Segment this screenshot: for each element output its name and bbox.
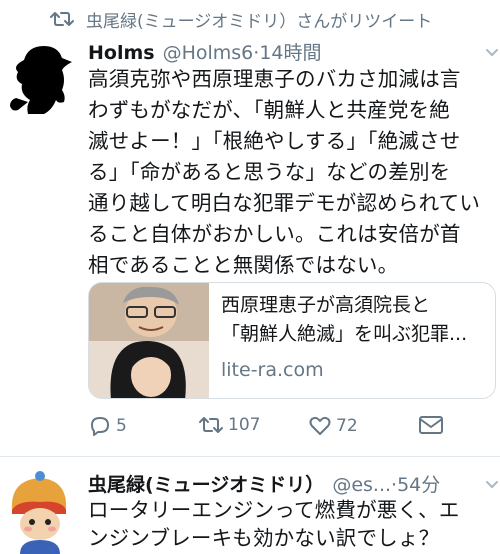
tweet-header: Holms @Holms6 · 14時間 [88,38,322,64]
retweet-button[interactable]: 107 [198,414,260,436]
tweet-text-line: 相であることと無関係ではない。 [88,253,399,277]
card-domain: lite-ra.com [221,359,324,381]
retweet-text[interactable]: 虫尾緑(ミュージオミドリ）さんがリツイート [86,7,432,32]
link-card[interactable]: 西原理恵子が高須院長と 「朝鮮人絶滅」を叫ぶ犯罪... lite-ra.com [88,282,496,399]
card-title: 西原理恵子が高須院長と [221,294,431,316]
tweet-text-line: 高須克弥や西原理恵子のバカさ加減は言 [88,67,461,91]
card-title: 「朝鮮人絶滅」を叫ぶ犯罪... [221,323,468,345]
tweet-text: ロータリーエンジンって燃費が悪く、エ ンジンブレーキも効かない訳でしょ？ [88,496,500,552]
tweet-time[interactable]: 54分 [397,470,440,497]
tweet-actions: 5 107 72 [88,414,488,444]
retweet-icon [198,414,224,436]
author-name[interactable]: 虫尾緑(ミュージオミドリ） [88,470,324,497]
retweet-indicator: 虫尾緑(ミュージオミドリ）さんがリツイート [50,6,432,32]
tweet-time[interactable]: 14時間 [259,38,321,65]
tweet-header: 虫尾緑(ミュージオミドリ） @es... · 54分 [88,470,440,496]
tweet-text-line: ロータリーエンジンって燃費が悪く、エ [88,498,460,522]
holmes-silhouette-icon [10,46,72,114]
chevron-down-icon[interactable] [484,476,500,492]
reply-button[interactable]: 5 [88,414,127,438]
author-handle[interactable]: @Holms6 [163,42,254,64]
envelope-icon [418,414,444,436]
tweet-text: 高須克弥や西原理恵子のバカさ加減は言 わずもがなだが、「朝鮮人と共産党を絶 滅せ… [88,64,500,281]
author-name[interactable]: Holms [88,42,155,64]
retweet-count: 107 [228,415,261,435]
card-thumbnail [89,283,209,398]
tweet-text-line: ること自体がおかしい。これは安倍が首 [88,222,461,246]
author-handle[interactable]: @es... [332,474,391,496]
chevron-down-icon[interactable] [484,44,500,60]
dm-button[interactable] [418,414,444,436]
tweet-text-line: る」「命があると思うな」などの差別を [88,160,451,184]
reply-icon [88,414,112,438]
reply-count: 5 [116,416,127,436]
tweet-text-line: ンジンブレーキも効かない訳でしょ？ [88,526,440,550]
heart-icon [308,414,332,438]
tweet-text-line: 通り越して明白な犯罪デモが認められてい [88,191,481,215]
divider [0,456,500,457]
tweet-text-line: 滅せよー！」「根絶やしする」「絶滅させ [88,129,461,153]
avatar[interactable] [4,470,74,554]
character-avatar-icon [11,471,67,554]
card-text: 西原理恵子が高須院長と 「朝鮮人絶滅」を叫ぶ犯罪... lite-ra.com [209,283,495,398]
retweet-icon [50,9,74,29]
avatar[interactable] [6,40,76,116]
like-count: 72 [336,416,358,436]
like-button[interactable]: 72 [308,414,358,438]
tweet-text-line: わずもがなだが、「朝鮮人と共産党を絶 [88,98,450,122]
